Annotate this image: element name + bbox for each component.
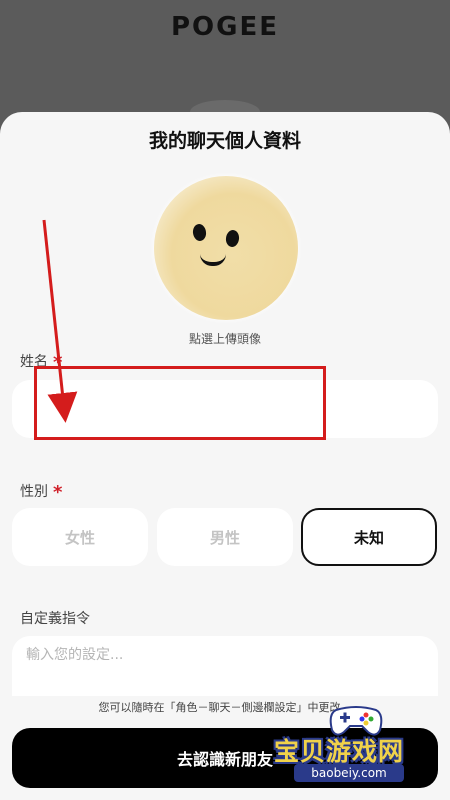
avatar-eye-right: [224, 229, 241, 248]
avatar-upload[interactable]: [154, 176, 298, 320]
gender-option-unknown[interactable]: 未知: [301, 508, 437, 566]
watermark-url: baobeiy.com: [294, 764, 404, 782]
avatar-eye-left: [191, 223, 208, 242]
sheet-title: 我的聊天個人資料: [148, 130, 301, 152]
watermark-text: 宝贝游戏网: [274, 737, 405, 766]
annotation-highlight-box: [34, 366, 326, 440]
pogee-logo: POGEE: [170, 12, 280, 42]
avatar-mouth: [200, 254, 226, 266]
gender-label: 性別 *: [20, 480, 63, 503]
gender-required-mark: *: [53, 482, 63, 503]
gender-option-female[interactable]: 女性: [12, 508, 148, 566]
custom-command-label: 自定義指令: [20, 611, 90, 627]
custom-command-input[interactable]: [12, 636, 438, 696]
gender-label-text: 性別: [20, 484, 48, 500]
profile-sheet: 我的聊天個人資料 點選上傳頭像 姓名* 性別* 女性 男性 未知 自定義指令 您…: [0, 112, 450, 800]
watermark: 宝贝游戏网 baobeiy.com: [270, 700, 450, 784]
app-header: POGEE: [0, 0, 450, 124]
avatar-caption: 點選上傳頭像: [188, 332, 261, 346]
gender-option-male[interactable]: 男性: [157, 508, 293, 566]
